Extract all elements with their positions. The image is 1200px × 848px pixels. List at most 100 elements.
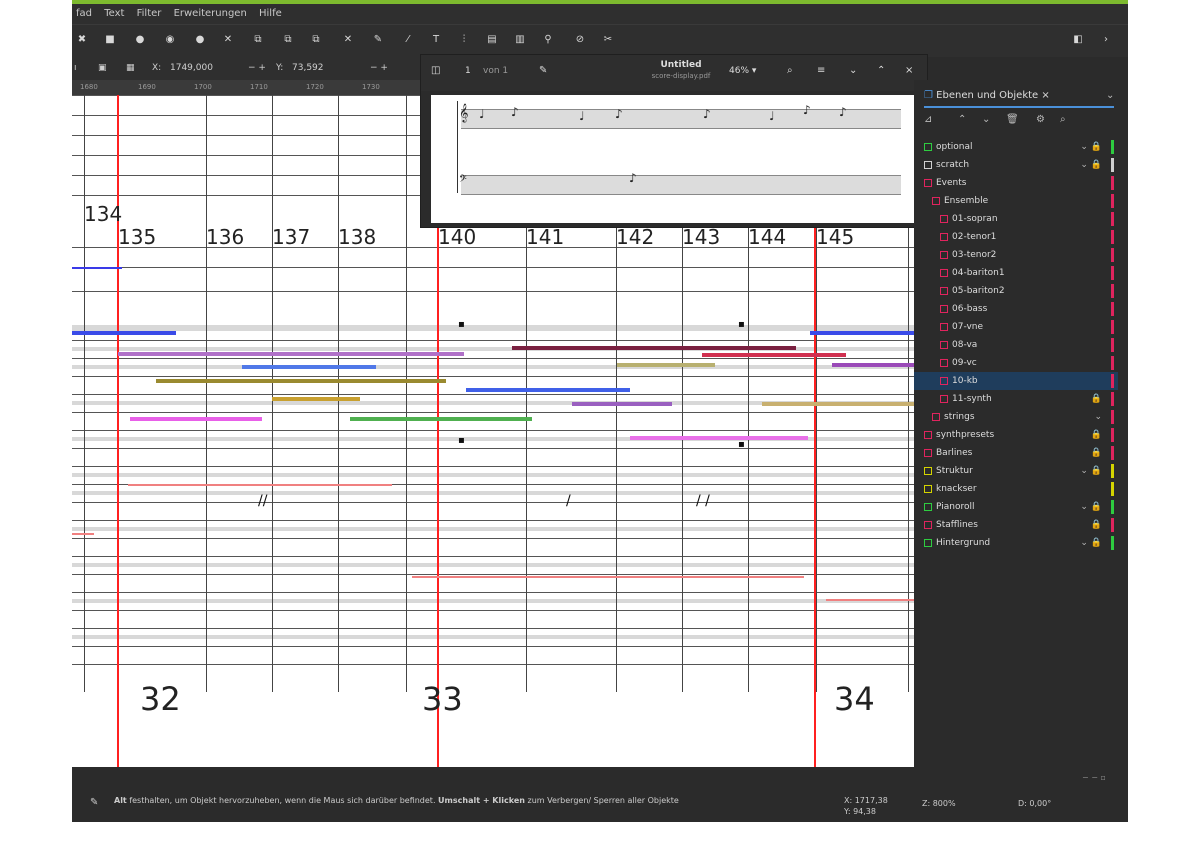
layer-row[interactable]: 07-vne xyxy=(914,318,1118,336)
note-line[interactable] xyxy=(826,599,914,601)
control-icon[interactable]: ▣ xyxy=(98,56,107,80)
layer-visibility-icon[interactable] xyxy=(940,250,948,259)
layer-visibility-icon[interactable] xyxy=(940,304,948,313)
layer-row[interactable]: Barlines 🔒 xyxy=(914,444,1118,462)
layer-lock-icon[interactable]: 🔒 xyxy=(1091,444,1102,462)
close-icon[interactable]: × xyxy=(905,65,913,76)
layer-lock-icon[interactable]: ⌄ 🔒 xyxy=(1080,534,1102,552)
zoom-field[interactable]: Z: 800% xyxy=(922,799,956,808)
layer-visibility-icon[interactable] xyxy=(924,142,932,151)
layer-visibility-icon[interactable] xyxy=(924,538,932,547)
layer-row[interactable]: 10-kb xyxy=(914,372,1118,390)
chevron-down-icon[interactable]: ⌄ xyxy=(849,65,857,76)
layer-row[interactable]: Ensemble xyxy=(914,192,1118,210)
layer-row[interactable]: Struktur ⌄ 🔒 xyxy=(914,462,1118,480)
layer-visibility-icon[interactable] xyxy=(940,358,948,367)
tool-icon[interactable]: ✖ xyxy=(76,34,88,46)
layer-visibility-icon[interactable] xyxy=(940,340,948,349)
note-bar[interactable] xyxy=(72,331,176,335)
layer-row[interactable]: Stafflines 🔒 xyxy=(914,516,1118,534)
zoom-select[interactable]: 46% ▾ xyxy=(729,66,756,76)
layer-row[interactable]: 11-synth 🔒 xyxy=(914,390,1118,408)
note-bar[interactable] xyxy=(512,346,796,350)
copy-icon[interactable]: ⧉ xyxy=(252,34,264,46)
tool-icon[interactable]: ✎ xyxy=(372,34,384,46)
layer-visibility-icon[interactable] xyxy=(924,160,932,169)
layer-row[interactable]: 05-bariton2 xyxy=(914,282,1118,300)
chevron-up-icon[interactable]: ⌃ xyxy=(958,114,966,125)
note-bar[interactable] xyxy=(630,436,808,440)
note-bar[interactable] xyxy=(156,379,446,383)
layer-row[interactable]: 09-vc xyxy=(914,354,1118,372)
note-bar[interactable] xyxy=(466,388,630,392)
search-icon[interactable]: ⌕ xyxy=(1060,114,1066,125)
menu-item[interactable]: Filter xyxy=(137,8,162,19)
align-icon[interactable]: ▥ xyxy=(514,34,526,46)
copy-icon[interactable]: ⧉ xyxy=(282,34,294,46)
layer-lock-icon[interactable]: 🔒 xyxy=(1091,426,1102,444)
layer-visibility-icon[interactable] xyxy=(940,214,948,223)
layer-visibility-icon[interactable] xyxy=(932,412,940,421)
layer-visibility-icon[interactable] xyxy=(924,466,932,475)
layer-visibility-icon[interactable] xyxy=(932,196,940,205)
chevron-icon[interactable]: › xyxy=(1100,34,1112,46)
edit-icon[interactable]: ✎ xyxy=(539,65,547,76)
menu-icon[interactable]: ≡ xyxy=(817,65,825,76)
layer-row[interactable]: 08-va xyxy=(914,336,1118,354)
zoom-icon[interactable]: ● xyxy=(134,34,146,46)
layer-row[interactable]: Hintergrund ⌄ 🔒 xyxy=(914,534,1118,552)
rotation-field[interactable]: D: 0,00° xyxy=(1018,799,1051,808)
chevron-down-icon[interactable]: ⌄ xyxy=(1106,90,1114,101)
sidebar-icon[interactable]: ◫ xyxy=(431,65,440,76)
note-bar[interactable] xyxy=(242,365,376,369)
tool-icon[interactable]: ⚲ xyxy=(542,34,554,46)
note-line[interactable] xyxy=(412,576,804,578)
layer-row[interactable]: knackser xyxy=(914,480,1118,498)
layer-visibility-icon[interactable] xyxy=(924,448,932,457)
pin-icon[interactable]: ⊿ xyxy=(924,114,932,125)
delete-icon[interactable]: 🗑 xyxy=(1006,114,1019,125)
zoom-icon[interactable]: ◉ xyxy=(164,34,176,46)
x-value-field[interactable]: 1749,000 xyxy=(170,56,213,80)
note-line[interactable] xyxy=(128,484,392,486)
note-bar[interactable] xyxy=(72,267,122,269)
search-icon[interactable]: ⌕ xyxy=(787,65,793,76)
chevron-up-icon[interactable]: ⌃ xyxy=(877,65,885,76)
tool-icon[interactable]: ✕ xyxy=(342,34,354,46)
layer-lock-icon[interactable]: ⌄ 🔒 xyxy=(1080,498,1102,516)
layer-row[interactable]: 03-tenor2 xyxy=(914,246,1118,264)
note-bar[interactable] xyxy=(617,363,715,367)
note-bar[interactable] xyxy=(350,417,532,421)
layer-visibility-icon[interactable] xyxy=(924,484,932,493)
layer-row[interactable]: 01-sopran xyxy=(914,210,1118,228)
menu-item[interactable]: Text xyxy=(104,8,124,19)
layer-row[interactable]: scratch ⌄ 🔒 xyxy=(914,156,1118,174)
note-bar[interactable] xyxy=(272,397,360,401)
menu-item[interactable]: Erweiterungen xyxy=(174,8,247,19)
control-icon[interactable]: ı xyxy=(74,56,77,80)
layer-lock-icon[interactable]: 🔒 xyxy=(1091,516,1102,534)
tool-icon[interactable]: ⫶ xyxy=(458,34,470,46)
layer-lock-icon[interactable]: 🔒 xyxy=(1091,390,1102,408)
layer-visibility-icon[interactable] xyxy=(924,430,932,439)
chevron-down-icon[interactable]: ⌄ xyxy=(982,114,990,125)
layer-visibility-icon[interactable] xyxy=(940,268,948,277)
layer-visibility-icon[interactable] xyxy=(924,502,932,511)
layer-lock-icon[interactable]: ⌄ 🔒 xyxy=(1080,156,1102,174)
minus-plus-icon[interactable]: − + xyxy=(248,56,266,80)
layer-row[interactable]: Pianoroll ⌄ 🔒 xyxy=(914,498,1118,516)
sidebar-toggle-icon[interactable]: ◧ xyxy=(1072,34,1084,46)
layer-row[interactable]: 02-tenor1 xyxy=(914,228,1118,246)
note-bar[interactable] xyxy=(702,353,846,357)
layer-row[interactable]: strings ⌄ xyxy=(914,408,1118,426)
layer-visibility-icon[interactable] xyxy=(940,286,948,295)
align-icon[interactable]: ▤ xyxy=(486,34,498,46)
layer-visibility-icon[interactable] xyxy=(924,520,932,529)
note-bar[interactable] xyxy=(130,417,262,421)
layer-row[interactable]: 06-bass xyxy=(914,300,1118,318)
note-line[interactable] xyxy=(72,533,94,535)
layer-row[interactable]: Events xyxy=(914,174,1118,192)
window-controls[interactable]: − − ▫ xyxy=(1082,773,1106,782)
layer-visibility-icon[interactable] xyxy=(924,178,932,187)
layer-row[interactable]: 04-bariton1 xyxy=(914,264,1118,282)
